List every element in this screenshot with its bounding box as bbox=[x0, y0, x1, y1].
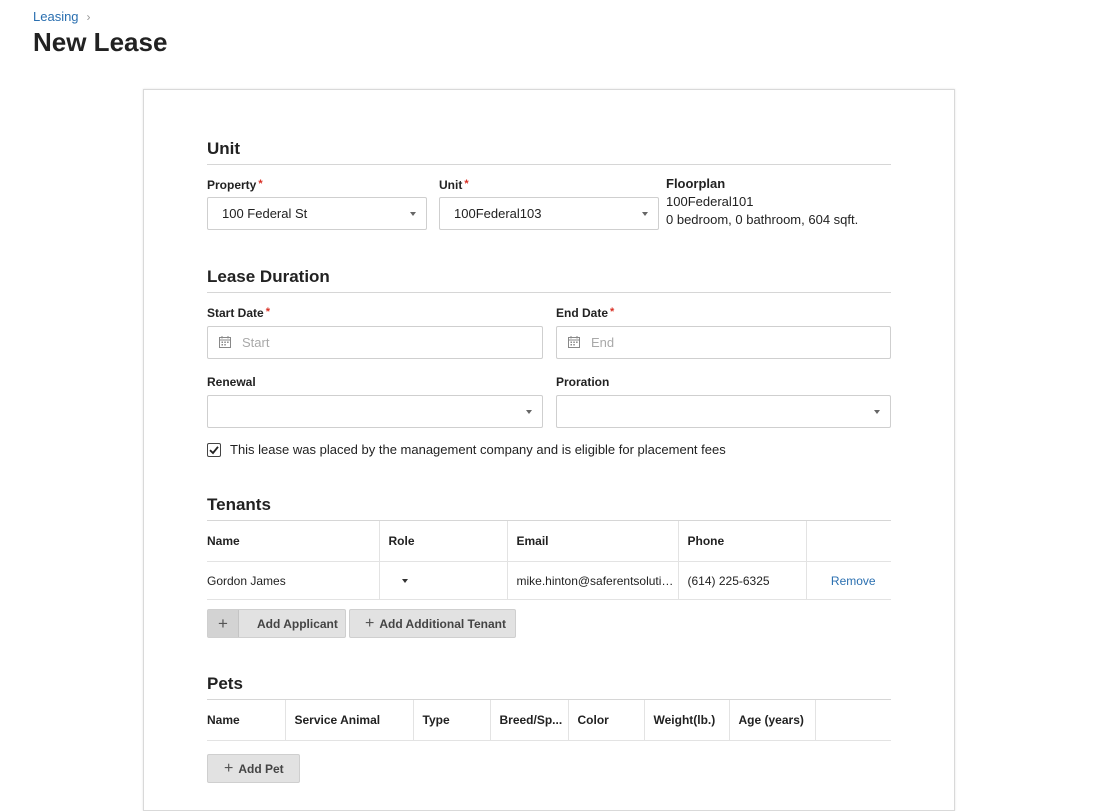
pets-col-service-animal: Service Animal bbox=[284, 700, 413, 741]
add-pet-button[interactable]: + Add Pet bbox=[207, 754, 300, 783]
proration-select[interactable] bbox=[556, 395, 891, 428]
caret-down-icon bbox=[526, 410, 532, 414]
tenants-col-email: Email bbox=[506, 521, 678, 562]
required-marker: * bbox=[610, 306, 615, 318]
add-pet-label: Add Pet bbox=[238, 761, 284, 776]
breadcrumb: Leasing › bbox=[33, 9, 91, 24]
page-title: New Lease bbox=[33, 27, 168, 57]
end-date-label: End Date * bbox=[556, 306, 614, 320]
tenants-section-title: Tenants bbox=[207, 495, 891, 521]
floorplan-details: 0 bedroom, 0 bathroom, 604 sqft. bbox=[666, 212, 859, 227]
unit-select-value: 100Federal103 bbox=[454, 206, 542, 221]
pets-section-title: Pets bbox=[207, 674, 891, 700]
required-marker: * bbox=[265, 306, 270, 318]
floorplan-info: Floorplan 100Federal101 0 bedroom, 0 bat… bbox=[666, 175, 858, 229]
renewal-label: Renewal bbox=[207, 375, 256, 389]
lease-duration-title: Lease Duration bbox=[207, 267, 891, 293]
pets-col-weight: Weight(lb.) bbox=[643, 700, 729, 741]
placement-fee-label: This lease was placed by the management … bbox=[230, 442, 726, 457]
unit-section-title: Unit bbox=[207, 139, 891, 165]
pets-col-name: Name bbox=[207, 700, 285, 741]
required-marker: * bbox=[258, 178, 263, 190]
lease-form-card: Unit Property * 100 Federal St Unit * 100F… bbox=[143, 89, 955, 811]
tenants-header-row: Name Role Email Phone bbox=[207, 521, 891, 562]
plus-icon: + bbox=[208, 610, 239, 637]
unit-select[interactable]: 100Federal103 bbox=[439, 197, 659, 230]
remove-tenant-link[interactable]: Remove bbox=[805, 561, 891, 600]
add-applicant-button[interactable]: + Add Applicant bbox=[207, 609, 346, 638]
start-date-label-text: Start Date bbox=[207, 306, 264, 320]
end-date-input[interactable]: End bbox=[556, 326, 891, 359]
table-row: Gordon James mike.hinton@saferentsolutio… bbox=[207, 561, 891, 600]
tenant-role-select[interactable] bbox=[378, 561, 507, 600]
start-date-placeholder: Start bbox=[242, 335, 270, 350]
tenants-col-role: Role bbox=[378, 521, 507, 562]
property-label-text: Property bbox=[207, 178, 257, 192]
end-date-placeholder: End bbox=[591, 335, 615, 350]
caret-down-icon bbox=[410, 212, 416, 216]
tenant-name: Gordon James bbox=[207, 561, 379, 600]
property-select[interactable]: 100 Federal St bbox=[207, 197, 427, 230]
add-additional-tenant-label: Add Additional Tenant bbox=[379, 616, 506, 631]
plus-icon: + bbox=[365, 614, 375, 632]
floorplan-name: 100Federal101 bbox=[666, 194, 754, 209]
placement-fee-row: This lease was placed by the management … bbox=[207, 442, 726, 457]
tenants-col-name: Name bbox=[207, 521, 379, 562]
pets-col-actions bbox=[814, 700, 891, 741]
pets-header-row: Name Service Animal Type Breed/Sp... Col… bbox=[207, 700, 891, 741]
chevron-right-icon: › bbox=[86, 9, 91, 24]
unit-label: Unit * bbox=[439, 178, 469, 192]
pets-col-breed: Breed/Sp... bbox=[489, 700, 568, 741]
tenant-phone: (614) 225-6325 bbox=[677, 561, 806, 600]
placement-fee-checkbox[interactable] bbox=[207, 442, 221, 457]
caret-down-icon bbox=[401, 579, 408, 584]
renewal-select[interactable] bbox=[207, 395, 543, 428]
calendar-icon bbox=[219, 336, 231, 348]
start-date-label: Start Date * bbox=[207, 306, 270, 320]
tenants-col-phone: Phone bbox=[677, 521, 806, 562]
breadcrumb-link-leasing[interactable]: Leasing bbox=[33, 9, 79, 24]
unit-label-text: Unit bbox=[439, 178, 463, 192]
add-additional-tenant-button[interactable]: + Add Additional Tenant bbox=[349, 609, 516, 638]
pets-col-type: Type bbox=[412, 700, 490, 741]
end-date-label-text: End Date bbox=[556, 306, 609, 320]
start-date-input[interactable]: Start bbox=[207, 326, 543, 359]
required-marker: * bbox=[464, 178, 469, 190]
plus-icon: + bbox=[224, 759, 234, 777]
pets-col-age: Age (years) bbox=[728, 700, 815, 741]
pets-table: Name Service Animal Type Breed/Sp... Col… bbox=[207, 700, 891, 741]
proration-label: Proration bbox=[556, 375, 610, 389]
tenant-email: mike.hinton@saferentsolutio... bbox=[506, 561, 678, 600]
pets-col-color: Color bbox=[567, 700, 644, 741]
caret-down-icon bbox=[642, 212, 648, 216]
calendar-icon bbox=[568, 336, 580, 348]
checkmark-icon bbox=[209, 445, 219, 454]
tenants-col-actions bbox=[805, 521, 891, 562]
tenants-table: Name Role Email Phone Gordon James mike.… bbox=[207, 521, 891, 600]
add-applicant-label: Add Applicant bbox=[257, 616, 338, 631]
property-label: Property * bbox=[207, 178, 263, 192]
property-select-value: 100 Federal St bbox=[222, 206, 308, 221]
caret-down-icon bbox=[874, 410, 880, 414]
floorplan-label: Floorplan bbox=[666, 176, 726, 191]
